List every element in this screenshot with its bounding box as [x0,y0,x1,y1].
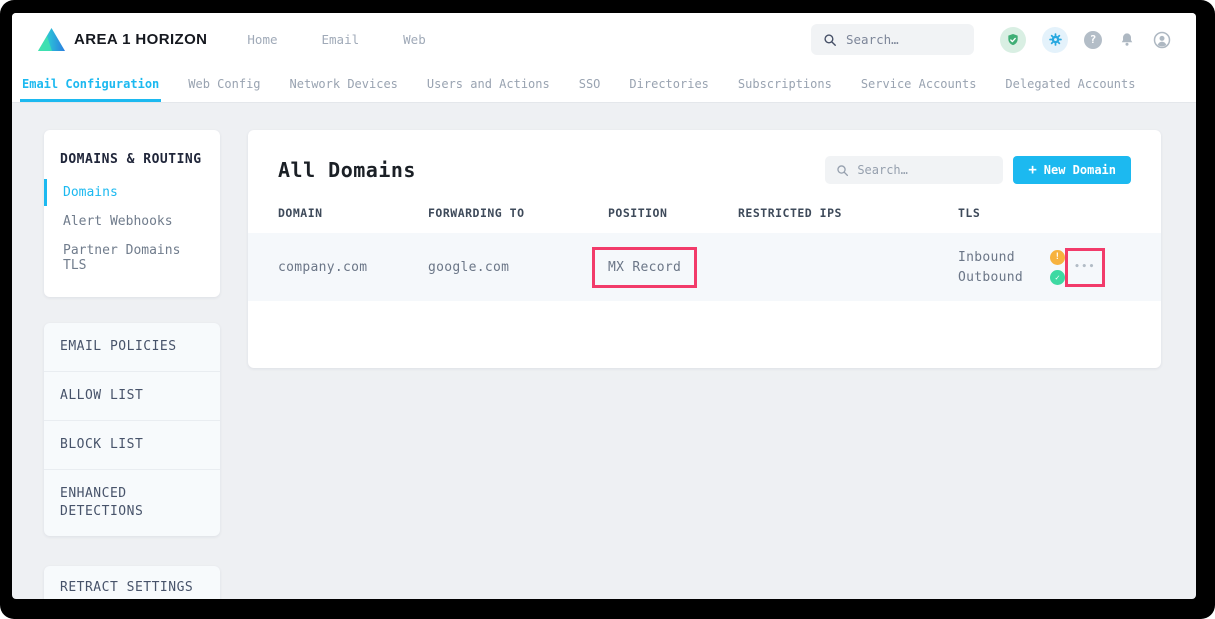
page-title: All Domains [278,158,416,182]
app-window: AREA 1 HORIZON Home Email Web [12,13,1196,599]
tab-subscriptions[interactable]: Subscriptions [736,66,834,102]
config-tabbar: Email Configuration Web Config Network D… [12,66,1196,103]
sidebar-section-block-list[interactable]: BLOCK LIST [44,421,220,470]
top-navbar: AREA 1 HORIZON Home Email Web [12,13,1196,66]
plus-icon: + [1028,162,1036,178]
screenshot-frame: AREA 1 HORIZON Home Email Web [0,0,1215,619]
primary-nav: Home Email Web [247,32,425,47]
domain-search[interactable] [825,156,1003,184]
tls-inbound: Inbound ! [958,250,1065,265]
row-actions-menu-button[interactable]: ••• [1074,262,1096,272]
cell-forwarding-to: google.com [428,260,608,275]
brand-name: AREA 1 HORIZON [74,31,207,48]
table-header-row: DOMAIN FORWARDING TO POSITION RESTRICTED… [248,206,1161,233]
sidebar-section-allow-list[interactable]: ALLOW LIST [44,372,220,421]
account-avatar-icon[interactable] [1152,30,1172,50]
help-icon[interactable]: ? [1084,31,1102,49]
cell-tls: Inbound ! Outbound ✓ [958,250,1065,285]
sidebar-section-enhanced-detections[interactable]: ENHANCED DETECTIONS [44,470,174,536]
area1-triangle-icon [38,28,65,51]
search-icon [836,164,849,177]
all-domains-card: All Domains + New Domain [248,130,1161,368]
col-header-domain: DOMAIN [278,206,428,220]
tab-delegated-accounts[interactable]: Delegated Accounts [1003,66,1137,102]
tab-email-configuration[interactable]: Email Configuration [20,66,161,102]
check-status-icon: ✓ [1050,270,1065,285]
col-header-position: POSITION [608,206,738,220]
tab-users-and-actions[interactable]: Users and Actions [425,66,552,102]
annotation-box-position: MX Record [592,247,697,288]
cell-position: MX Record [608,247,738,288]
sidebar-section-email-policies[interactable]: EMAIL POLICIES [44,323,220,372]
retract-settings-card[interactable]: RETRACT SETTINGS [44,566,220,599]
settings-gear-icon[interactable] [1042,27,1068,53]
policies-card: EMAIL POLICIES ALLOW LIST BLOCK LIST ENH… [44,323,220,536]
new-domain-button[interactable]: + New Domain [1013,156,1131,184]
annotation-box-actions: ••• [1065,248,1105,287]
sidebar-item-domains[interactable]: Domains [44,179,220,206]
nav-link-email[interactable]: Email [322,32,360,47]
tab-sso[interactable]: SSO [577,66,603,102]
col-header-tls: TLS [958,206,1061,220]
notifications-bell-icon[interactable] [1118,31,1136,49]
global-search-input[interactable] [846,32,962,47]
col-header-forwarding-to: FORWARDING TO [428,206,608,220]
tab-service-accounts[interactable]: Service Accounts [859,66,979,102]
domains-routing-heading: DOMAINS & ROUTING [44,144,220,179]
domains-routing-card: DOMAINS & ROUTING Domains Alert Webhooks… [44,130,220,297]
position-value: MX Record [608,260,681,275]
tls-outbound: Outbound ✓ [958,270,1065,285]
search-icon [823,33,837,47]
page-content: DOMAINS & ROUTING Domains Alert Webhooks… [12,103,1196,599]
global-search[interactable] [811,24,974,55]
table-row: company.com google.com MX Record Inbound… [248,233,1161,301]
nav-link-web[interactable]: Web [403,32,426,47]
all-domains-header: All Domains + New Domain [248,130,1161,206]
nav-link-home[interactable]: Home [247,32,277,47]
warning-status-icon: ! [1050,250,1065,265]
navbar-icons: ? [1000,27,1172,53]
domain-search-input[interactable] [857,163,992,177]
sidebar-item-alert-webhooks[interactable]: Alert Webhooks [44,208,220,235]
cell-actions: ••• [1065,248,1135,287]
tls-inbound-label: Inbound [958,250,1050,265]
new-domain-label: New Domain [1044,163,1116,177]
card-footer-spacer [248,301,1161,360]
sidebar-item-partner-domains-tls[interactable]: Partner Domains TLS [44,237,220,279]
tab-web-config[interactable]: Web Config [186,66,262,102]
col-header-restricted-ips: RESTRICTED IPS [738,206,958,220]
tls-outbound-label: Outbound [958,270,1050,285]
brand-logo[interactable]: AREA 1 HORIZON [38,28,207,51]
sidebar: DOMAINS & ROUTING Domains Alert Webhooks… [44,130,220,599]
tab-directories[interactable]: Directories [627,66,710,102]
tab-network-devices[interactable]: Network Devices [288,66,400,102]
shield-check-icon[interactable] [1000,27,1026,53]
cell-domain: company.com [278,260,428,275]
